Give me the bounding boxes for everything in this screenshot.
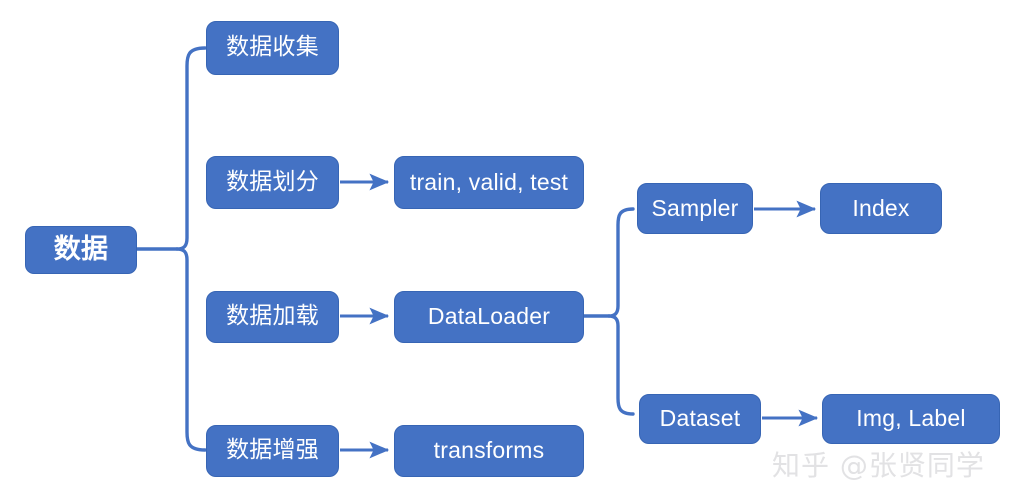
node-transforms-label: transforms	[433, 437, 545, 464]
watermark: 知乎 @张贤同学	[772, 449, 985, 482]
node-data-augmentation-label: 数据增强	[226, 437, 319, 464]
node-index-label: Index	[852, 194, 910, 221]
node-dataloader[interactable]: DataLoader	[394, 291, 584, 343]
node-img-label[interactable]: Img, Label	[822, 394, 1000, 444]
node-dataset[interactable]: Dataset	[639, 394, 761, 444]
node-img-label-label: Img, Label	[856, 405, 966, 432]
node-dataset-label: Dataset	[659, 405, 741, 432]
node-transforms[interactable]: transforms	[394, 425, 584, 477]
node-sampler-label: Sampler	[651, 194, 739, 221]
diagram-canvas: 数据 数据收集 数据划分 数据加载 数据增强 train, valid, tes…	[0, 0, 1031, 500]
node-sampler[interactable]: Sampler	[637, 183, 753, 234]
node-index[interactable]: Index	[820, 183, 942, 234]
node-root-data-label: 数据	[53, 234, 109, 266]
node-data-split[interactable]: 数据划分	[206, 156, 339, 209]
node-data-loading[interactable]: 数据加载	[206, 291, 339, 343]
node-data-collection[interactable]: 数据收集	[206, 21, 339, 75]
node-train-valid-test-label: train, valid, test	[409, 168, 569, 195]
left-brace-connector	[134, 46, 207, 452]
right-brace-connector	[582, 207, 635, 416]
node-dataloader-label: DataLoader	[427, 303, 551, 330]
node-data-collection-label: 数据收集	[226, 34, 319, 61]
node-data-split-label: 数据划分	[226, 168, 319, 195]
node-data-loading-label: 数据加载	[226, 303, 319, 330]
node-train-valid-test[interactable]: train, valid, test	[394, 156, 584, 209]
node-root-data[interactable]: 数据	[25, 226, 137, 274]
node-data-augmentation[interactable]: 数据增强	[206, 425, 339, 477]
